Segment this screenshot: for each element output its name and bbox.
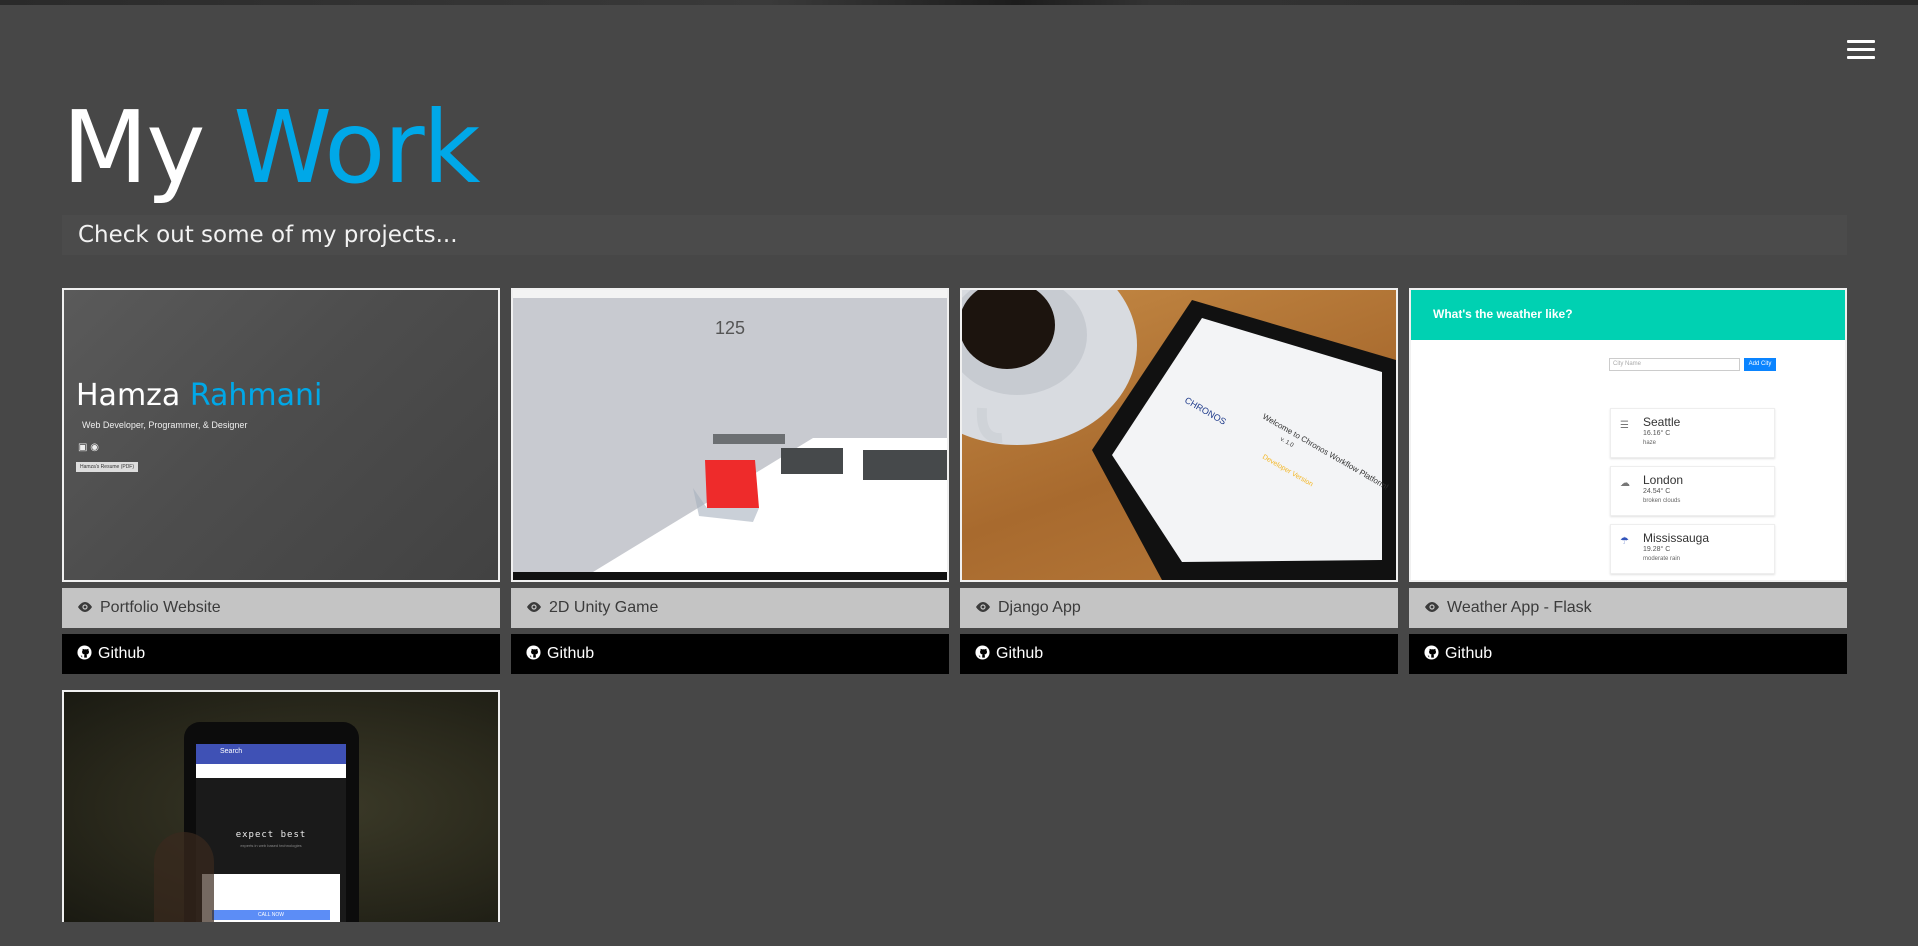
haze-icon: ☰: [1620, 420, 1629, 431]
weather-city-input: City Name: [1609, 358, 1740, 371]
github-link[interactable]: Github: [1409, 634, 1847, 674]
top-strip: [0, 0, 1918, 5]
github-link[interactable]: Github: [62, 634, 500, 674]
project-thumbnail-unity[interactable]: 125: [511, 288, 949, 582]
mobile-search-label: Search: [220, 748, 243, 755]
hamburger-menu-icon[interactable]: [1847, 40, 1875, 60]
github-link[interactable]: Github: [960, 634, 1398, 674]
github-icon: [526, 645, 541, 665]
project-title: Django App: [998, 599, 1081, 616]
eye-icon: [526, 600, 542, 618]
github-icon: [77, 645, 92, 665]
eye-icon: [975, 600, 991, 618]
taskbar: [513, 572, 947, 580]
cloud-icon: ☁: [1620, 478, 1630, 489]
github-label: Github: [996, 645, 1044, 662]
title-part-2: Work: [233, 89, 480, 206]
project-title: Portfolio Website: [100, 599, 221, 616]
project-title: Weather App - Flask: [1447, 599, 1592, 616]
mobile-call-button: CALL NOW: [212, 910, 330, 920]
weather-card: ☁ London 24.54° C broken clouds: [1610, 466, 1775, 516]
project-title-bar[interactable]: Weather App - Flask: [1409, 588, 1847, 628]
github-label: Github: [547, 645, 595, 662]
github-label: Github: [98, 645, 146, 662]
tablet-coffee-photo: CHRONOS Welcome to Chronos Workflow Plat…: [962, 290, 1396, 580]
project-title-bar[interactable]: 2D Unity Game: [511, 588, 949, 628]
project-thumbnail-portfolio[interactable]: Hamza Rahmani Web Developer, Programmer,…: [62, 288, 500, 582]
weather-card: ☂ Mississauga 19.28° C moderate rain: [1610, 524, 1775, 574]
github-icon: [975, 645, 990, 665]
thumb-portfolio-name: Hamza Rahmani: [76, 378, 323, 413]
project-thumbnail-django[interactable]: CHRONOS Welcome to Chronos Workflow Plat…: [960, 288, 1398, 582]
eye-icon: [1424, 600, 1440, 618]
weather-card: ☰ Seattle 16.16° C haze: [1610, 408, 1775, 458]
project-thumbnail-weather[interactable]: What's the weather like? City Name Add C…: [1409, 288, 1847, 582]
page-title: My Work: [62, 88, 481, 208]
subtitle-bar: Check out some of my projects...: [62, 215, 1847, 255]
hand-shape: [154, 832, 214, 922]
mobile-headline: expect best: [235, 830, 307, 840]
title-part-1: My: [62, 89, 205, 206]
github-icon: [1424, 645, 1439, 665]
weather-header: What's the weather like?: [1411, 290, 1845, 340]
project-title: 2D Unity Game: [549, 599, 659, 616]
eye-icon: [77, 600, 93, 618]
subtitle-text: Check out some of my projects...: [78, 222, 458, 248]
mobile-subline: experts in web based technologies: [240, 843, 302, 848]
rain-icon: ☂: [1620, 536, 1629, 547]
weather-add-city-button: Add City: [1744, 358, 1776, 371]
github-link[interactable]: Github: [511, 634, 949, 674]
thumb-portfolio-tagline: Web Developer, Programmer, & Designer: [82, 420, 248, 430]
thumb-resume-button: Hamza's Resume (PDF): [76, 462, 139, 472]
project-thumbnail-mobile[interactable]: Search expect best experts in web based …: [62, 690, 500, 922]
thumb-social-icons: ▣ ◉: [78, 442, 99, 453]
github-label: Github: [1445, 645, 1493, 662]
project-title-bar[interactable]: Portfolio Website: [62, 588, 500, 628]
project-title-bar[interactable]: Django App: [960, 588, 1398, 628]
unity-score: 125: [715, 318, 746, 338]
